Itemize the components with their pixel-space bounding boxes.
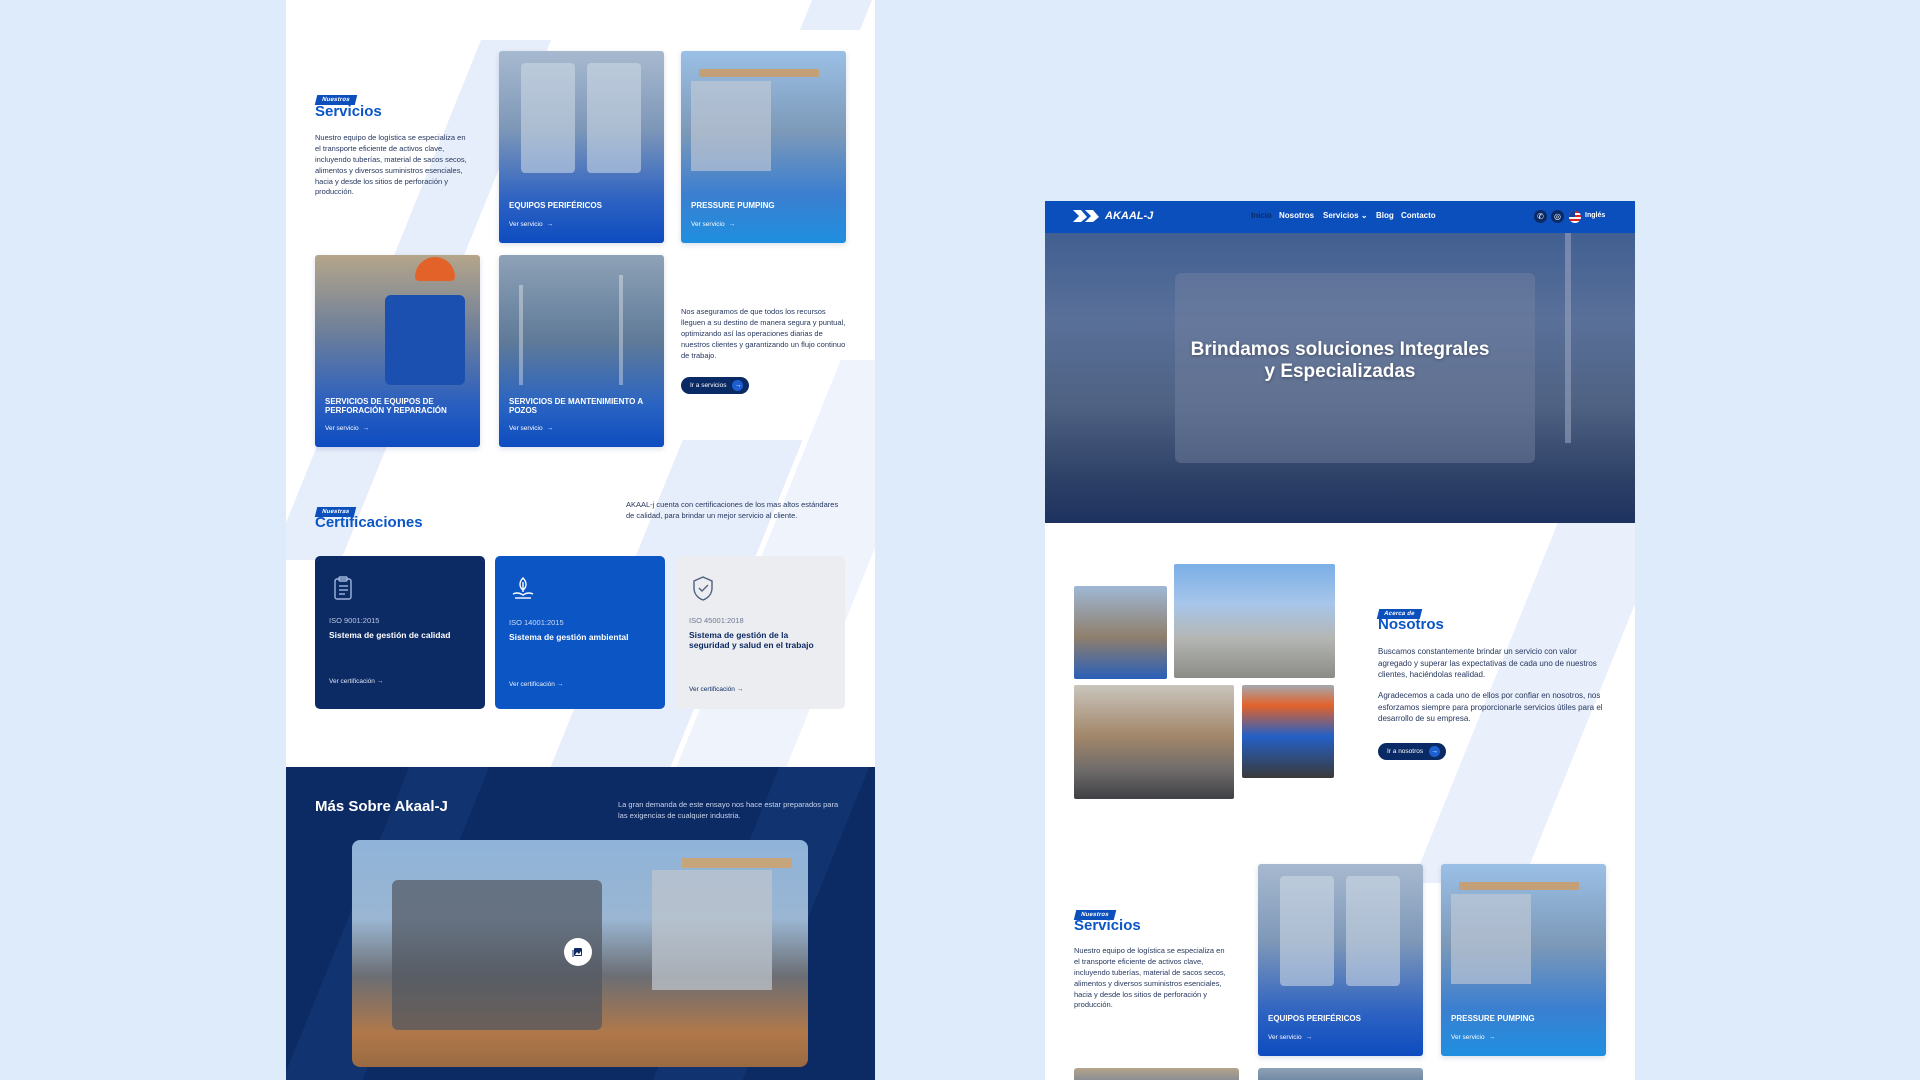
more-about-photo[interactable] <box>352 840 808 1067</box>
go-to-services-button[interactable]: Ir a servicios → <box>681 377 750 394</box>
arrow-right-icon: → <box>1429 746 1441 757</box>
service-card-perforacion[interactable] <box>1074 1068 1239 1080</box>
cert-card-iso-9001[interactable]: ISO 9001:2015 Sistema de gestión de cali… <box>315 556 485 709</box>
service-card-equipos-perifericos[interactable]: EQUIPOS PERIFÉRICOS Ver servicio → <box>499 51 664 243</box>
left-page-preview: Nuestros Servicios Nuestro equipo de log… <box>286 0 875 1080</box>
chevron-down-icon: ⌄ <box>1360 211 1368 220</box>
arrow-right-icon: → <box>1305 1034 1313 1041</box>
arrow-right-icon: → <box>1488 1034 1496 1041</box>
about-photo-2 <box>1174 564 1335 678</box>
service-card-pressure-pumping[interactable]: PRESSURE PUMPING Ver servicio → <box>681 51 846 243</box>
nav-inicio[interactable]: Inicio <box>1251 211 1272 220</box>
card-link[interactable]: Ver servicio → <box>1268 1034 1312 1041</box>
cert-code: ISO 14001:2015 <box>509 618 564 627</box>
card-link[interactable]: Ver servicio → <box>509 425 553 432</box>
more-about-title: Más Sobre Akaal-J <box>315 798 448 815</box>
services-title: Servicios <box>315 103 382 120</box>
nav-blog[interactable]: Blog <box>1376 211 1394 220</box>
arrow-right-icon: → <box>546 425 554 432</box>
service-card-mantenimiento[interactable] <box>1258 1068 1423 1080</box>
leaf-hand-icon <box>509 574 537 607</box>
arrow-right-icon: → <box>732 380 744 391</box>
card-title: PRESSURE PUMPING <box>1451 1014 1535 1023</box>
service-card-pressure-pumping[interactable]: PRESSURE PUMPING Ver servicio → <box>1441 864 1606 1056</box>
logo-mark-icon <box>1073 210 1099 222</box>
cert-name: Sistema de gestión de la seguridad y sal… <box>689 630 814 651</box>
instagram-icon[interactable]: ◎ <box>1551 210 1564 223</box>
card-title: EQUIPOS PERIFÉRICOS <box>1268 1014 1361 1023</box>
card-link[interactable]: Ver servicio → <box>691 221 735 228</box>
arrow-right-icon: → <box>556 681 564 688</box>
about-photo-4 <box>1242 685 1334 778</box>
services-description: Nuestro equipo de logística se especiali… <box>315 133 467 197</box>
about-paragraph-1: Buscamos constantemente brindar un servi… <box>1378 647 1597 680</box>
right-page-preview: AKAAL-J Inicio Nosotros Servicios ⌄ Blog… <box>1045 201 1635 1080</box>
arrow-right-icon: → <box>728 221 736 228</box>
cert-link[interactable]: Ver certificación → <box>689 686 743 693</box>
hero-title-line2: y Especializadas <box>1264 361 1416 382</box>
service-card-mantenimiento[interactable]: SERVICIOS DE MANTENIMIENTO A POZOS Ver s… <box>499 255 664 447</box>
brand-logo[interactable]: AKAAL-J <box>1073 208 1153 224</box>
hero-title-line1: Brindamos soluciones Integrales <box>1190 339 1490 360</box>
clipboard-icon <box>329 574 357 607</box>
about-photo-3 <box>1074 685 1234 799</box>
go-to-about-button[interactable]: Ir a nosotros → <box>1378 743 1447 760</box>
services-description: Nuestro equipo de logística se especiali… <box>1074 946 1226 1010</box>
cert-card-iso-45001[interactable]: ISO 45001:2018 Sistema de gestión de la … <box>675 556 845 709</box>
cert-link[interactable]: Ver certificación → <box>509 681 563 688</box>
nav-servicios[interactable]: Servicios ⌄ <box>1323 211 1368 220</box>
card-link[interactable]: Ver servicio → <box>325 425 369 432</box>
cert-code: ISO 45001:2018 <box>689 616 744 625</box>
certifications-title: Certificaciones <box>315 514 423 531</box>
about-photo-1 <box>1074 586 1167 679</box>
card-link[interactable]: Ver servicio → <box>1451 1034 1495 1041</box>
cert-name: Sistema de gestión ambiental <box>509 632 629 642</box>
top-navbar: AKAAL-J Inicio Nosotros Servicios ⌄ Blog… <box>1045 201 1635 233</box>
card-link[interactable]: Ver servicio → <box>509 221 553 228</box>
nav-nosotros[interactable]: Nosotros <box>1279 211 1314 220</box>
cert-code: ISO 9001:2015 <box>329 616 380 625</box>
more-about-description: La gran demanda de este ensayo nos hace … <box>618 800 839 820</box>
about-title: Nosotros <box>1378 616 1444 633</box>
card-title: EQUIPOS PERIFÉRICOS <box>509 201 602 210</box>
cert-link[interactable]: Ver certificación → <box>329 678 383 685</box>
language-switch[interactable]: Inglés <box>1585 212 1605 219</box>
arrow-right-icon: → <box>546 221 554 228</box>
us-flag-icon[interactable] <box>1569 211 1581 223</box>
certifications-description: AKAAL-j cuenta con certificaciones de lo… <box>626 500 839 520</box>
nav-contacto[interactable]: Contacto <box>1401 211 1436 220</box>
more-about-section: Más Sobre Akaal-J La gran demanda de est… <box>286 767 875 1080</box>
about-paragraph-2: Agradecemos a cada uno de ellos por conf… <box>1378 691 1603 724</box>
arrow-right-icon: → <box>362 425 370 432</box>
bg-stripe <box>799 0 873 30</box>
service-card-equipos-perifericos[interactable]: EQUIPOS PERIFÉRICOS Ver servicio → <box>1258 864 1423 1056</box>
card-title: SERVICIOS DE EQUIPOS DE PERFORACIÓN Y RE… <box>325 397 447 416</box>
services-title: Servicios <box>1074 917 1141 934</box>
arrow-right-icon: → <box>736 686 744 693</box>
service-card-perforacion[interactable]: SERVICIOS DE EQUIPOS DE PERFORACIÓN Y RE… <box>315 255 480 447</box>
cert-card-iso-14001[interactable]: ISO 14001:2015 Sistema de gestión ambien… <box>495 556 665 709</box>
hero-banner: Brindamos soluciones Integrales y Especi… <box>1045 233 1635 523</box>
gallery-icon[interactable] <box>564 938 592 966</box>
card-title: SERVICIOS DE MANTENIMIENTO A POZOS <box>509 397 643 416</box>
cert-name: Sistema de gestión de calidad <box>329 630 451 640</box>
arrow-right-icon: → <box>376 678 384 685</box>
whatsapp-icon[interactable]: ✆ <box>1534 210 1547 223</box>
card-title: PRESSURE PUMPING <box>691 201 775 210</box>
shield-check-icon <box>689 574 717 607</box>
services-side-text: Nos aseguramos de que todos los recursos… <box>681 307 846 360</box>
